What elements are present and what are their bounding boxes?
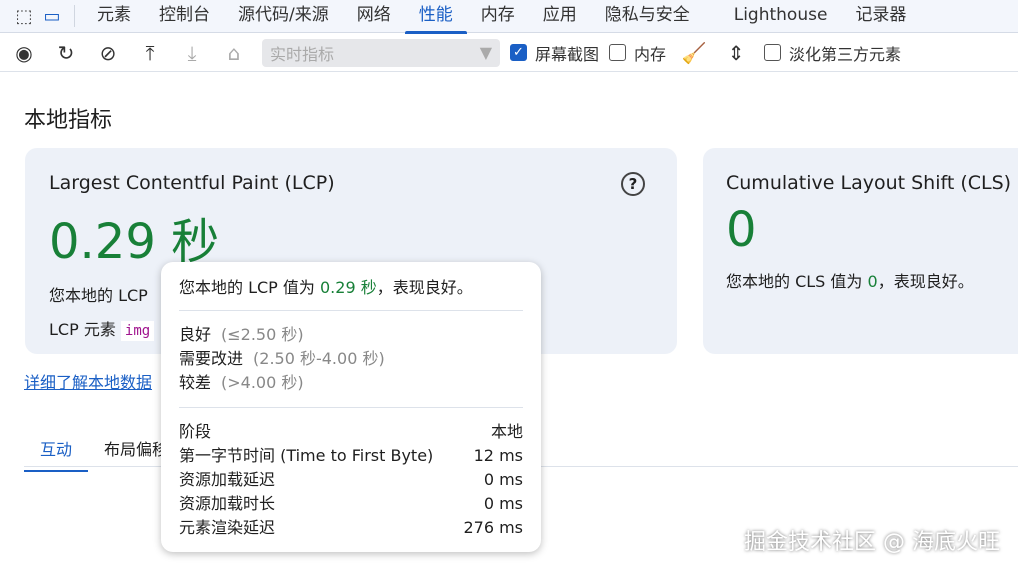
phase-row: 元素渲染延迟 276 ms — [179, 518, 523, 537]
tab-elements[interactable]: 元素 — [83, 0, 145, 33]
tab-performance[interactable]: 性能 — [404, 0, 467, 34]
checkbox-icon — [609, 44, 627, 61]
divider — [74, 5, 75, 27]
record-icon[interactable]: ◉ — [10, 39, 38, 67]
checkbox-label: 内存 — [634, 44, 667, 64]
garbage-collect-broom-icon[interactable]: 🧹 — [680, 39, 708, 67]
reload-icon[interactable]: ↻ — [52, 39, 80, 67]
cls-value: 0 — [726, 202, 757, 258]
performance-toolbar: ◉ ↻ ⊘ ⤒ ⤓ ⌂ 实时指标 ▼ ✓ 屏幕截图 内存 🧹 ⇕ 淡化第三方元素 — [0, 34, 1018, 72]
phase-row: 第一字节时间 (Time to First Byte) 12 ms — [179, 446, 523, 465]
home-icon[interactable]: ⌂ — [220, 39, 248, 67]
tab-recorder[interactable]: 记录器 — [841, 0, 920, 33]
divider — [179, 407, 523, 408]
rating-poor: 较差 (>4.00 秒) — [179, 373, 304, 392]
lcp-tooltip: 您本地的 LCP 值为 0.29 秒，表现良好。 良好 (≤2.50 秒) 需要改… — [161, 262, 541, 552]
collapse-icon[interactable]: ⇕ — [722, 39, 750, 67]
tab-sources[interactable]: 源代码/来源 — [224, 0, 343, 33]
memory-checkbox[interactable]: 内存 — [609, 41, 666, 65]
checkbox-icon — [764, 44, 782, 61]
phase-row: 资源加载时长 0 ms — [179, 494, 523, 513]
checkbox-checked-icon: ✓ — [510, 44, 527, 61]
tab-lighthouse[interactable]: Lighthouse — [720, 0, 842, 33]
cls-description: 您本地的 CLS 值为 0，表现良好。 — [726, 272, 974, 291]
tab-privacy-security[interactable]: 隐私与安全 — [591, 0, 704, 33]
lcp-element-code[interactable]: img — [120, 321, 155, 341]
device-toolbar-icon[interactable]: ▭ — [38, 6, 66, 27]
help-icon[interactable]: ? — [621, 172, 645, 196]
screenshot-checkbox[interactable]: ✓ 屏幕截图 — [510, 41, 599, 65]
recording-select[interactable]: 实时指标 ▼ — [262, 38, 500, 67]
rating-good: 良好 (≤2.50 秒) — [179, 325, 304, 344]
tab-console[interactable]: 控制台 — [145, 0, 224, 33]
download-icon[interactable]: ⤓ — [178, 39, 206, 67]
phase-header-row: 阶段 本地 — [179, 422, 523, 441]
devtools-tab-bar: ⬚ ▭ 元素 控制台 源代码/来源 网络 性能 内存 应用 隐私与安全 Ligh… — [0, 0, 1018, 34]
chevron-down-icon: ▼ — [479, 43, 492, 62]
checkbox-label: 屏幕截图 — [535, 44, 600, 64]
page-title: 本地指标 — [24, 108, 113, 133]
learn-more-link[interactable]: 详细了解本地数据 — [24, 369, 152, 393]
select-value: 实时指标 — [270, 44, 335, 64]
inspect-element-icon[interactable]: ⬚ — [10, 6, 38, 27]
phase-row: 资源加载延迟 0 ms — [179, 470, 523, 489]
rating-needs-improvement: 需要改进 (2.50 秒-4.00 秒) — [179, 349, 385, 368]
lcp-title: Largest Contentful Paint (LCP) — [49, 172, 335, 194]
lcp-element-label: LCP 元素 — [49, 320, 116, 339]
divider — [179, 310, 523, 311]
checkbox-label: 淡化第三方元素 — [789, 44, 902, 64]
tab-network[interactable]: 网络 — [343, 0, 405, 33]
watermark: 掘金技术社区 @ 海底火旺 — [744, 530, 1000, 555]
cls-title: Cumulative Layout Shift (CLS) — [726, 172, 1012, 194]
tooltip-summary: 您本地的 LCP 值为 0.29 秒，表现良好。 — [179, 278, 473, 297]
cls-card: Cumulative Layout Shift (CLS) 0 您本地的 CLS… — [703, 148, 1018, 354]
tab-application[interactable]: 应用 — [529, 0, 591, 33]
tab-memory[interactable]: 内存 — [467, 0, 529, 33]
dim-third-party-checkbox[interactable]: 淡化第三方元素 — [764, 41, 901, 65]
clear-icon[interactable]: ⊘ — [94, 39, 122, 67]
upload-icon[interactable]: ⤒ — [136, 39, 164, 67]
